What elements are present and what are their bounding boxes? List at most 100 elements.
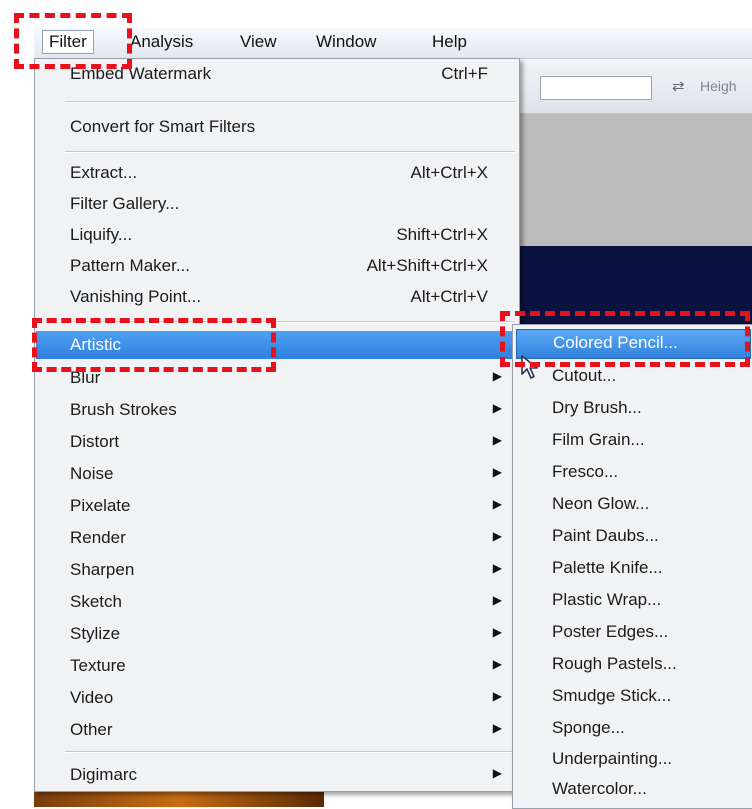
- menu-item-video[interactable]: Video ▶: [36, 684, 518, 712]
- filter-menu: Embed Watermark Ctrl+F Convert for Smart…: [34, 58, 520, 792]
- menu-item-other[interactable]: Other ▶: [36, 716, 518, 744]
- menu-item-label: Digimarc: [70, 765, 138, 784]
- submenu-item-label: Watercolor...: [552, 779, 647, 798]
- menu-item-label: Sketch: [70, 592, 122, 611]
- submenu-arrow-icon: ▶: [492, 625, 502, 639]
- submenu-item-label: Smudge Stick...: [552, 686, 672, 705]
- submenu-arrow-icon: ▶: [492, 561, 502, 575]
- submenu-item-palette-knife[interactable]: Palette Knife...: [516, 555, 749, 583]
- menu-bar: Filter Analysis View Window Help: [34, 28, 752, 59]
- document-image: [34, 790, 324, 807]
- menu-item-sharpen[interactable]: Sharpen ▶: [36, 556, 518, 584]
- height-label: Heigh: [700, 78, 737, 94]
- submenu-arrow-icon: ▶: [492, 689, 502, 703]
- highlight-box-filter: [14, 13, 132, 69]
- submenu-item-label: Film Grain...: [552, 430, 645, 449]
- submenu-item-underpainting[interactable]: Underpainting...: [516, 746, 749, 774]
- menu-item-texture[interactable]: Texture ▶: [36, 652, 518, 680]
- submenu-item-film-grain[interactable]: Film Grain...: [516, 427, 749, 455]
- menu-item-label: Other: [70, 720, 113, 739]
- menu-item-label: Texture: [70, 656, 126, 675]
- menu-item-pixelate[interactable]: Pixelate ▶: [36, 492, 518, 520]
- menu-item-liquify[interactable]: Liquify... Shift+Ctrl+X: [36, 221, 518, 249]
- submenu-arrow-icon: ▶: [492, 593, 502, 607]
- menu-item-shortcut: Shift+Ctrl+X: [396, 225, 488, 244]
- menu-item-label: Video: [70, 688, 114, 707]
- submenu-arrow-icon: ▶: [492, 433, 502, 447]
- highlight-box-colored-pencil: [500, 311, 750, 367]
- options-bar: ⇄ Heigh: [520, 59, 752, 114]
- submenu-item-label: Poster Edges...: [552, 622, 669, 641]
- menu-item-label: Filter Gallery...: [70, 194, 180, 213]
- menu-item-label: Vanishing Point...: [70, 287, 202, 306]
- submenu-item-label: Plastic Wrap...: [552, 590, 662, 609]
- submenu-item-label: Fresco...: [552, 462, 619, 481]
- menu-window[interactable]: Window: [316, 32, 376, 52]
- menu-help[interactable]: Help: [432, 32, 467, 52]
- submenu-arrow-icon: ▶: [492, 465, 502, 479]
- menu-item-pattern-maker[interactable]: Pattern Maker... Alt+Shift+Ctrl+X: [36, 252, 518, 280]
- menu-item-shortcut: Alt+Ctrl+X: [410, 163, 488, 182]
- menu-item-shortcut: Alt+Shift+Ctrl+X: [366, 256, 488, 275]
- menu-separator: [65, 151, 515, 153]
- submenu-item-rough-pastels[interactable]: Rough Pastels...: [516, 651, 749, 679]
- menu-separator: [65, 101, 515, 103]
- workspace-background: [520, 114, 752, 246]
- menu-separator: [65, 751, 515, 753]
- menu-item-label: Brush Strokes: [70, 400, 177, 419]
- menu-item-shortcut: Ctrl+F: [441, 64, 488, 83]
- menu-item-label: Noise: [70, 464, 114, 483]
- submenu-arrow-icon: ▶: [492, 529, 502, 543]
- artistic-submenu: Colored Pencil... Cutout... Dry Brush...…: [512, 324, 752, 809]
- submenu-item-poster-edges[interactable]: Poster Edges...: [516, 619, 749, 647]
- menu-item-distort[interactable]: Distort ▶: [36, 428, 518, 456]
- menu-item-label: Render: [70, 528, 126, 547]
- menu-item-label: Pattern Maker...: [70, 256, 190, 275]
- menu-view[interactable]: View: [240, 32, 277, 52]
- menu-item-stylize[interactable]: Stylize ▶: [36, 620, 518, 648]
- menu-item-sketch[interactable]: Sketch ▶: [36, 588, 518, 616]
- width-input[interactable]: [540, 76, 652, 100]
- menu-item-label: Sharpen: [70, 560, 135, 579]
- menu-item-label: Convert for Smart Filters: [70, 117, 256, 136]
- submenu-item-label: Palette Knife...: [552, 558, 663, 577]
- submenu-item-sponge[interactable]: Sponge...: [516, 715, 749, 743]
- submenu-item-label: Rough Pastels...: [552, 654, 677, 673]
- submenu-item-dry-brush[interactable]: Dry Brush...: [516, 395, 749, 423]
- submenu-item-paint-daubs[interactable]: Paint Daubs...: [516, 523, 749, 551]
- submenu-item-label: Cutout...: [552, 366, 617, 385]
- submenu-item-label: Neon Glow...: [552, 494, 650, 513]
- menu-item-render[interactable]: Render ▶: [36, 524, 518, 552]
- menu-item-label: Stylize: [70, 624, 121, 643]
- menu-item-label: Pixelate: [70, 496, 131, 515]
- submenu-arrow-icon: ▶: [492, 497, 502, 511]
- menu-item-label: Liquify...: [70, 225, 133, 244]
- menu-item-shortcut: Alt+Ctrl+V: [410, 287, 488, 306]
- submenu-arrow-icon: ▶: [492, 369, 502, 383]
- submenu-item-label: Underpainting...: [552, 749, 673, 768]
- menu-item-label: Distort: [70, 432, 120, 451]
- swap-arrows-icon[interactable]: ⇄: [672, 77, 685, 95]
- submenu-arrow-icon: ▶: [492, 657, 502, 671]
- highlight-box-artistic: [32, 318, 276, 372]
- menu-item-filter-gallery[interactable]: Filter Gallery...: [36, 190, 518, 218]
- submenu-item-label: Paint Daubs...: [552, 526, 659, 545]
- submenu-item-label: Dry Brush...: [552, 398, 642, 417]
- submenu-item-watercolor[interactable]: Watercolor...: [516, 776, 749, 804]
- submenu-item-cutout[interactable]: Cutout...: [516, 363, 749, 391]
- menu-item-vanishing-point[interactable]: Vanishing Point... Alt+Ctrl+V: [36, 283, 518, 311]
- submenu-arrow-icon: ▶: [492, 721, 502, 735]
- submenu-item-plastic-wrap[interactable]: Plastic Wrap...: [516, 587, 749, 615]
- menu-item-noise[interactable]: Noise ▶: [36, 460, 518, 488]
- submenu-item-neon-glow[interactable]: Neon Glow...: [516, 491, 749, 519]
- submenu-arrow-icon: ▶: [492, 401, 502, 415]
- menu-item-label: Extract...: [70, 163, 138, 182]
- submenu-item-fresco[interactable]: Fresco...: [516, 459, 749, 487]
- menu-item-extract[interactable]: Extract... Alt+Ctrl+X: [36, 159, 518, 187]
- menu-item-digimarc[interactable]: Digimarc ▶: [36, 761, 518, 789]
- menu-item-brush-strokes[interactable]: Brush Strokes ▶: [36, 396, 518, 424]
- menu-analysis[interactable]: Analysis: [130, 32, 193, 52]
- menu-item-convert-smart-filters[interactable]: Convert for Smart Filters: [36, 113, 518, 141]
- submenu-item-smudge-stick[interactable]: Smudge Stick...: [516, 683, 749, 711]
- submenu-item-label: Sponge...: [552, 718, 625, 737]
